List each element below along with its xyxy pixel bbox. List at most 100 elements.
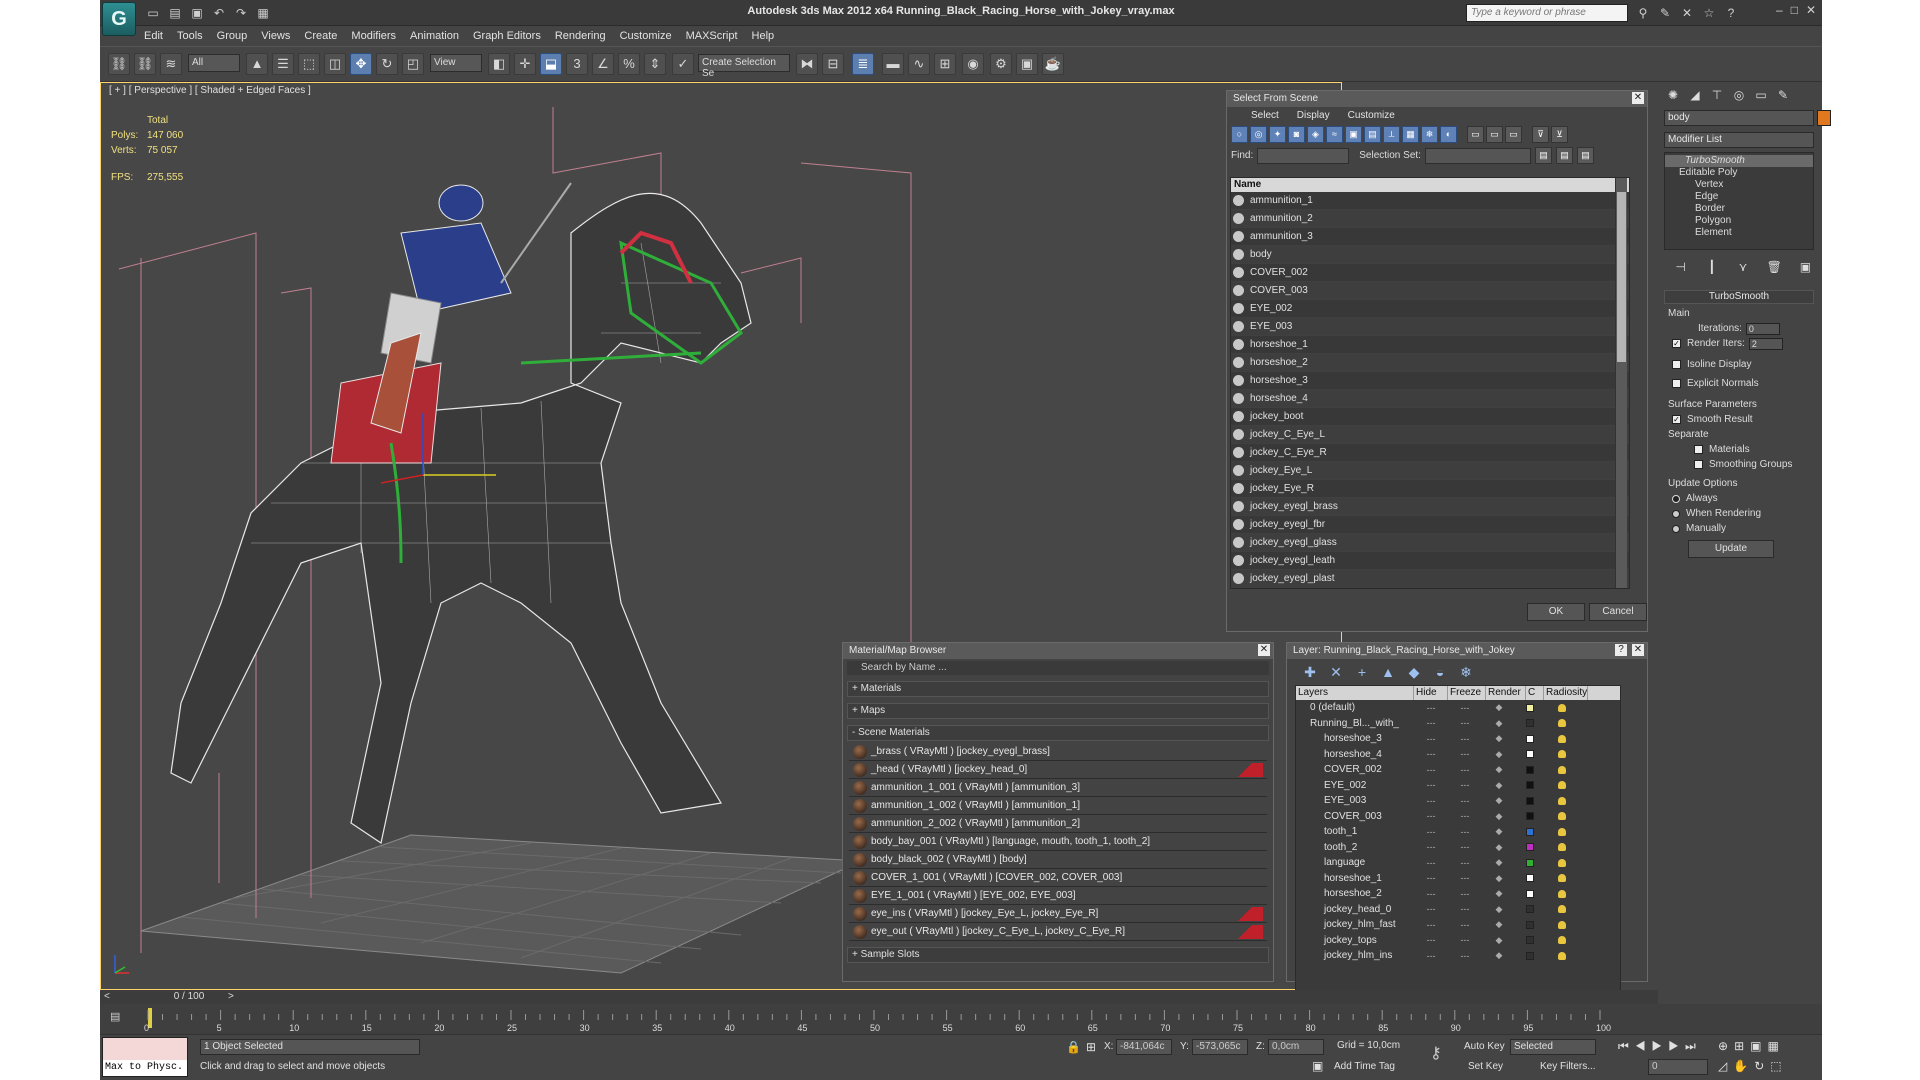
radiosity-bulb-icon[interactable] [1558,889,1566,898]
layer-render-toggle[interactable]: ◆ [1482,780,1516,791]
material-list-item[interactable]: ammunition_2_002 ( VRayMtl ) [ammunition… [849,815,1267,833]
stack-item-editable-poly[interactable]: Editable Poly [1665,167,1813,179]
radiosity-bulb-icon[interactable] [1558,781,1566,790]
layer-color-swatch[interactable] [1526,703,1534,712]
radiosity-bulb-icon[interactable] [1558,703,1566,712]
edit-named-selection-icon[interactable]: ✓ [672,53,694,75]
layer-color-swatch[interactable] [1526,905,1534,914]
y-coordinate-field[interactable]: -573,065c [1192,1039,1248,1055]
display-spacewarps-icon[interactable]: ≈ [1326,126,1343,143]
layer-render-toggle[interactable]: ◆ [1482,919,1516,930]
layer-freeze-toggle[interactable]: --- [1448,904,1482,914]
layer-freeze-toggle[interactable]: --- [1448,935,1482,945]
current-frame-field[interactable]: 0 [1648,1059,1708,1075]
smoothing-groups-checkbox[interactable] [1694,460,1703,469]
stack-item-edge[interactable]: Edge [1665,191,1813,203]
mb-section-scene-materials[interactable]: - Scene Materials [847,725,1269,741]
layer-row[interactable]: 0 (default) --- --- ◆ [1296,700,1620,716]
prev-key-icon[interactable]: ◀ [1635,1039,1652,1053]
display-helpers-icon[interactable]: ◈ [1307,126,1324,143]
radiosity-bulb-icon[interactable] [1558,858,1566,867]
layer-hide-toggle[interactable]: --- [1414,904,1448,914]
display-frozen-icon[interactable]: ❄ [1421,126,1438,143]
hide-all-icon[interactable]: ◒ [1431,663,1449,681]
create-tab-icon[interactable]: ✺ [1664,86,1682,104]
modify-tab-icon[interactable]: ◢ [1686,86,1704,104]
layer-row[interactable]: COVER_002 --- --- ◆ [1296,762,1620,778]
sfs-list-item[interactable]: jockey_eyegl_leath [1231,552,1629,570]
z-coordinate-field[interactable]: 0,0cm [1268,1039,1324,1055]
display-containers-icon[interactable]: ▦ [1402,126,1419,143]
layer-freeze-toggle[interactable]: --- [1448,749,1482,759]
sfs-list-item[interactable]: horseshoe_1 [1231,336,1629,354]
explicit-normals-checkbox[interactable] [1672,379,1681,388]
modifier-list-dropdown[interactable]: Modifier List [1664,132,1814,148]
sfs-list-item[interactable]: COVER_002 [1231,264,1629,282]
time-tag-icon[interactable]: ▣ [1312,1059,1323,1073]
radiosity-bulb-icon[interactable] [1558,827,1566,836]
layer-row[interactable]: jockey_head_0 --- --- ◆ [1296,902,1620,918]
pan-icon[interactable]: ✋ [1733,1059,1754,1073]
display-invert-icon[interactable]: ▭ [1505,126,1522,143]
zoom-extents-icon[interactable]: ▣ [1750,1039,1767,1053]
radiosity-bulb-icon[interactable] [1558,719,1566,728]
star-icon[interactable]: ☆ [1700,4,1718,22]
material-list-item[interactable]: _brass ( VRayMtl ) [jockey_eyegl_brass] [849,743,1267,761]
configure-sets-icon[interactable]: ▣ [1797,258,1814,276]
radiosity-bulb-icon[interactable] [1558,812,1566,821]
selection-add-icon[interactable]: ▤ [1555,147,1573,164]
layer-hide-toggle[interactable]: --- [1414,873,1448,883]
sfs-list-item[interactable]: jockey_boot [1231,408,1629,426]
lm-col-render[interactable]: Render [1486,686,1526,700]
sfs-list-item[interactable]: jockey_Eye_R [1231,480,1629,498]
radiosity-bulb-icon[interactable] [1558,874,1566,883]
layer-color-swatch[interactable] [1526,843,1534,852]
menu-group[interactable]: Group [217,30,248,42]
layer-hide-toggle[interactable]: --- [1414,842,1448,852]
layer-color-swatch[interactable] [1526,781,1534,790]
layer-render-toggle[interactable]: ◆ [1482,935,1516,946]
layer-hide-toggle[interactable]: --- [1414,703,1448,713]
layer-manager-icon[interactable]: ≣ [852,53,874,75]
viewport-label[interactable]: [ + ] [ Perspective ] [ Shaded + Edged F… [109,85,311,96]
app-logo[interactable]: G [102,2,136,36]
stack-item-turbosmooth[interactable]: TurboSmooth [1665,155,1813,167]
layer-row[interactable]: Running_Bl..._with_ --- --- ◆ [1296,716,1620,732]
layer-freeze-toggle[interactable]: --- [1448,842,1482,852]
fov-icon[interactable]: ◿ [1718,1059,1733,1073]
rect-selection-icon[interactable]: ⬚ [298,53,320,75]
tools-icon[interactable]: ✎ [1656,4,1674,22]
layer-freeze-toggle[interactable]: --- [1448,858,1482,868]
mb-section-materials[interactable]: + Materials [847,681,1269,697]
display-tab-icon[interactable]: ▭ [1752,86,1770,104]
hierarchy-tab-icon[interactable]: ⊤ [1708,86,1726,104]
radiosity-bulb-icon[interactable] [1558,765,1566,774]
select-rotate-icon[interactable]: ↻ [376,53,398,75]
layer-hide-toggle[interactable]: --- [1414,951,1448,961]
sfs-list-item[interactable]: jockey_C_Eye_L [1231,426,1629,444]
radiosity-bulb-icon[interactable] [1558,750,1566,759]
layer-render-toggle[interactable]: ◆ [1482,857,1516,868]
lm-col-layers[interactable]: Layers [1296,686,1414,700]
layer-row[interactable]: EYE_003 --- --- ◆ [1296,793,1620,809]
sfs-menu-display[interactable]: Display [1297,110,1330,121]
stack-item-border[interactable]: Border [1665,203,1813,215]
key-filters-button[interactable]: Key Filters... [1540,1061,1596,1072]
layer-render-toggle[interactable]: ◆ [1482,904,1516,915]
spinner-snap-icon[interactable]: ⇕ [644,53,666,75]
unlink-icon[interactable]: ⛓ [134,53,156,75]
layer-render-toggle[interactable]: ◆ [1482,733,1516,744]
close-icon[interactable]: ✕ [1632,644,1644,656]
next-frame-icon[interactable]: > [228,991,234,1002]
layer-render-toggle[interactable]: ◆ [1482,842,1516,853]
layer-render-toggle[interactable]: ◆ [1482,795,1516,806]
material-editor-icon[interactable]: ◉ [962,53,984,75]
maxscript-text[interactable]: Max to Physc. [103,1060,187,1076]
layer-freeze-toggle[interactable]: --- [1448,796,1482,806]
layer-hide-toggle[interactable]: --- [1414,920,1448,930]
material-list-item[interactable]: body_black_002 ( VRayMtl ) [body] [849,851,1267,869]
radiosity-bulb-icon[interactable] [1558,796,1566,805]
bind-space-warp-icon[interactable]: ≋ [160,53,182,75]
help-icon[interactable]: ? [1722,4,1740,22]
when-rendering-radio[interactable] [1672,509,1680,518]
